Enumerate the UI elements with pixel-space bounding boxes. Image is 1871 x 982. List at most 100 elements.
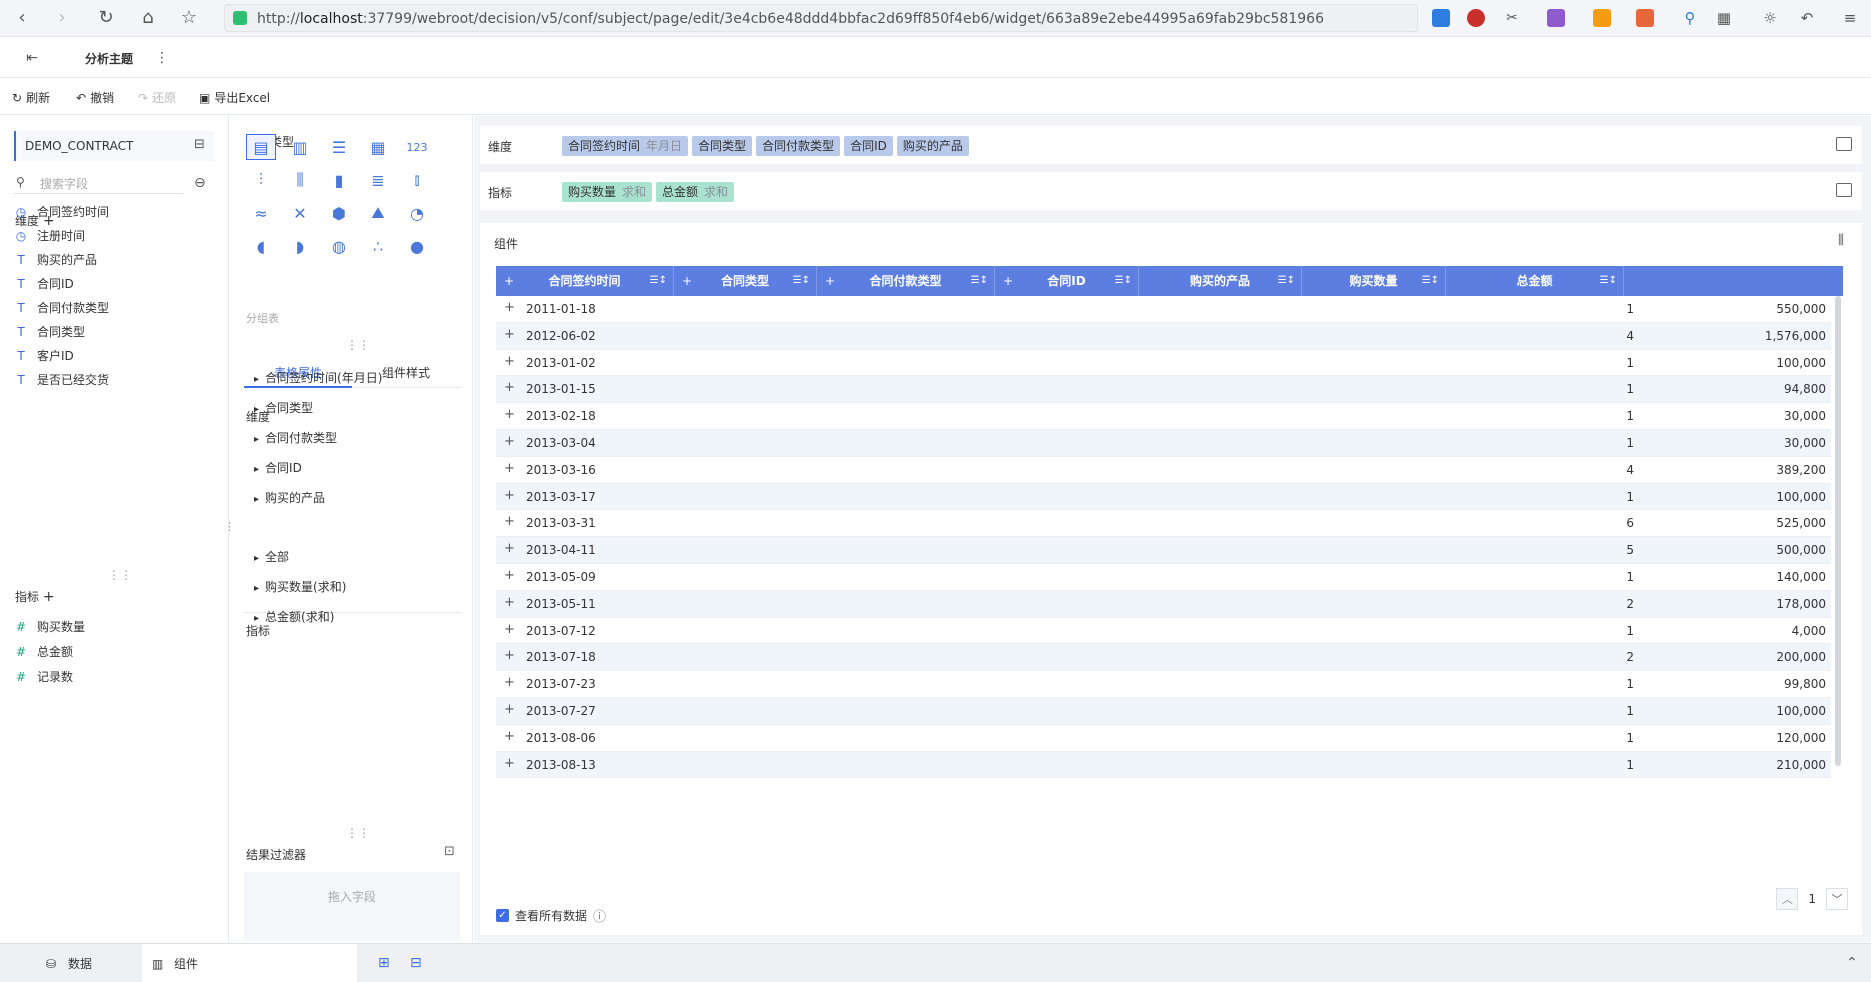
shelf-settings-icon[interactable]	[1836, 137, 1852, 151]
sort-icon[interactable]: ☰↕	[1600, 266, 1617, 296]
undo-button[interactable]: ↶ 撤销	[76, 89, 114, 106]
measure-field[interactable]: # 记录数	[15, 668, 73, 685]
expand-row-icon[interactable]: +	[504, 514, 515, 529]
filter-drop-zone[interactable]: 拖入字段	[244, 872, 460, 940]
area-chart-icon[interactable]: ⛰	[363, 200, 393, 226]
dimension-field[interactable]: ◷ 合同签约时间	[15, 203, 109, 220]
dataset-selector[interactable]: DEMO_CONTRACT ⊟	[14, 131, 214, 161]
sort-icon[interactable]: ☰↕	[650, 266, 667, 296]
page-down-button[interactable]: ﹀	[1826, 888, 1848, 910]
measure-field[interactable]: # 购买数量	[15, 618, 85, 635]
radar-icon[interactable]: ✕	[285, 200, 315, 226]
measure-field[interactable]: # 总金额	[15, 643, 73, 660]
redo-button[interactable]: ↷ 还原	[138, 89, 176, 106]
expand-row-icon[interactable]: +	[504, 568, 515, 583]
scatter-icon[interactable]: ∴	[363, 233, 393, 259]
sort-icon[interactable]: ☰↕	[1422, 266, 1439, 296]
measure-pill[interactable]: 总金额 求和	[656, 182, 735, 202]
refresh-button[interactable]: ↻ 刷新	[12, 89, 50, 106]
shelf-settings-icon[interactable]	[1836, 183, 1852, 197]
config-dimension-item[interactable]: 合同签约时间(年月日)	[254, 369, 382, 386]
expand-row-icon[interactable]: +	[504, 648, 515, 663]
expand-row-icon[interactable]: +	[504, 327, 515, 342]
gauge-icon[interactable]: ◔	[402, 200, 432, 226]
resize-handle-icon[interactable]: ⋮⋮	[108, 568, 132, 582]
menu-icon[interactable]: ≡	[1838, 6, 1862, 30]
dimension-field[interactable]: T 客户ID	[15, 347, 73, 364]
back-icon[interactable]: ‹	[10, 6, 34, 30]
bar-chart-icon[interactable]: ▮	[324, 167, 354, 193]
dimension-pill[interactable]: 购买的产品	[896, 136, 969, 156]
column-settings-icon[interactable]: ⫼	[1838, 233, 1844, 248]
expand-row-icon[interactable]: +	[504, 300, 515, 315]
multi-bar-icon[interactable]: ⫼	[285, 167, 315, 193]
dimension-field[interactable]: T 合同付款类型	[15, 299, 109, 316]
switch-dataset-icon[interactable]: ⊟	[194, 137, 205, 152]
dimension-pill[interactable]: 合同付款类型	[756, 136, 841, 156]
expand-row-icon[interactable]: +	[504, 354, 515, 369]
resize-handle-icon[interactable]: ⋮⋮	[346, 338, 370, 352]
dimension-field[interactable]: T 合同类型	[15, 323, 85, 340]
view-all-data-option[interactable]: ✓ 查看所有数据 ⓘ	[496, 906, 606, 925]
extension-icon[interactable]	[1636, 9, 1654, 27]
home-icon[interactable]: ⌂	[136, 6, 160, 30]
measure-pill[interactable]: 购买数量 求和	[562, 182, 653, 202]
expand-row-icon[interactable]: +	[504, 595, 515, 610]
apps-grid-icon[interactable]: ▦	[1712, 6, 1736, 30]
sort-icon[interactable]: ☰↕	[971, 266, 988, 296]
resize-handle-icon[interactable]: ⋮⋮	[346, 826, 370, 840]
translate-icon[interactable]	[1547, 9, 1565, 27]
search-icon[interactable]: ⚲	[1678, 6, 1702, 30]
undo-history-icon[interactable]: ↶	[1795, 6, 1819, 30]
filter-settings-icon[interactable]: ⊡	[444, 844, 455, 859]
horizontal-bar-icon[interactable]: ≣	[363, 167, 393, 193]
extension-icon[interactable]	[1432, 9, 1450, 27]
vertical-scrollbar[interactable]	[1835, 296, 1841, 766]
grouped-table-icon[interactable]: ▤	[246, 134, 276, 160]
column-header[interactable]: + 合同签约时间 ☰↕	[496, 266, 674, 296]
expand-row-icon[interactable]: +	[504, 434, 515, 449]
data-tab[interactable]: ⛁ 数据	[0, 944, 140, 982]
expand-column-icon[interactable]: +	[682, 266, 692, 296]
column-header[interactable]: + 合同类型 ☰↕	[674, 266, 817, 296]
range-bar-icon[interactable]: ⫾	[402, 167, 432, 193]
exit-icon[interactable]: ⇤	[20, 46, 44, 70]
measure-shelf[interactable]: 指标 购买数量 求和 总金额 求和	[480, 172, 1862, 210]
bubble-icon[interactable]: ●	[402, 233, 432, 259]
field-search-input[interactable]: ⚲ 搜索字段	[14, 170, 184, 194]
column-header[interactable]: 总金额 ☰↕	[1446, 266, 1624, 296]
dimension-field[interactable]: T 合同ID	[15, 275, 73, 292]
add-table-icon[interactable]: ⊟	[410, 955, 422, 971]
dimension-shelf[interactable]: 维度 合同签约时间 年月日 合同类型 合同付款类型 合同ID 购买的产品	[480, 126, 1862, 164]
column-header[interactable]: + 合同ID ☰↕	[995, 266, 1139, 296]
pie-chart-icon[interactable]: ◖	[246, 233, 276, 259]
config-dimension-item[interactable]: 购买的产品	[254, 489, 325, 506]
expand-column-icon[interactable]: +	[1003, 266, 1013, 296]
extension-icon[interactable]	[1467, 9, 1485, 27]
sort-icon[interactable]: ☰↕	[1115, 266, 1132, 296]
more-options-icon[interactable]: ⊖	[194, 175, 206, 191]
column-header[interactable]: 购买的产品 ☰↕	[1139, 266, 1302, 296]
expand-row-icon[interactable]: +	[504, 488, 515, 503]
info-icon[interactable]: ⓘ	[593, 906, 606, 925]
line-chart-icon[interactable]: ≈	[246, 200, 276, 226]
column-header[interactable]: 购买数量 ☰↕	[1302, 266, 1446, 296]
cross-table-icon[interactable]: ▥	[285, 134, 315, 160]
page-up-button[interactable]: ︿	[1776, 888, 1799, 910]
number-icon[interactable]: 123	[402, 134, 432, 160]
config-measure-item[interactable]: 购买数量(求和)	[254, 578, 346, 595]
widget-tab[interactable]: ▥ 组件	[142, 944, 357, 982]
expand-row-icon[interactable]: +	[504, 702, 515, 717]
expand-column-icon[interactable]: +	[504, 266, 514, 296]
expand-row-icon[interactable]: +	[504, 541, 515, 556]
expand-row-icon[interactable]: +	[504, 380, 515, 395]
dimension-pill[interactable]: 合同类型	[692, 136, 753, 156]
expand-row-icon[interactable]: +	[504, 622, 515, 637]
export-excel-button[interactable]: ▣ 导出Excel	[199, 89, 270, 106]
config-dimension-item[interactable]: 合同类型	[254, 399, 313, 416]
rose-chart-icon[interactable]: ◗	[285, 233, 315, 259]
expand-row-icon[interactable]: +	[504, 756, 515, 771]
sort-icon[interactable]: ☰↕	[1278, 266, 1295, 296]
kpi-card-icon[interactable]: ▦	[363, 134, 393, 160]
config-dimension-item[interactable]: 合同ID	[254, 459, 302, 476]
